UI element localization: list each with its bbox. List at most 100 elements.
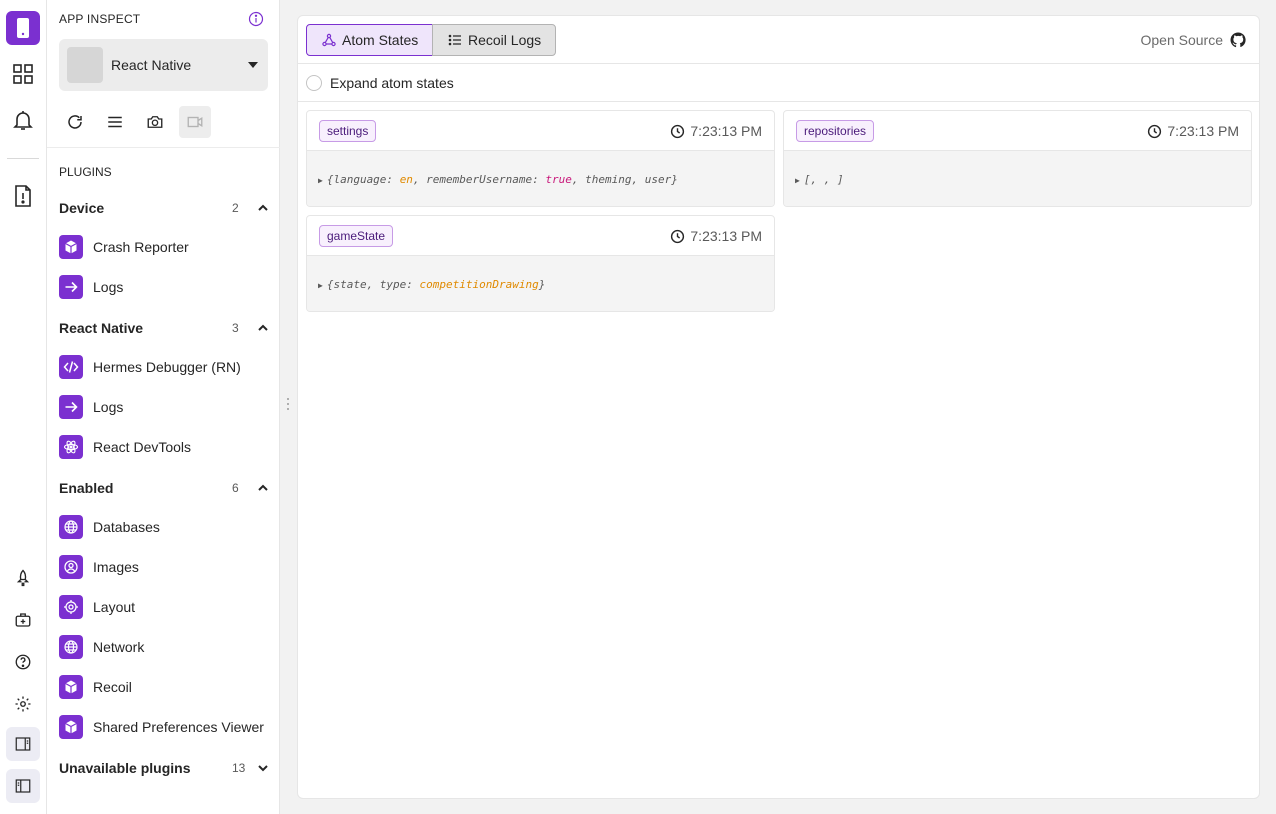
sidebar-resize-handle[interactable] — [287, 398, 290, 414]
group-title: Unavailable plugins — [59, 760, 191, 776]
clock-icon — [1148, 124, 1162, 138]
atom-value-panel: ▶ [, , ] — [784, 150, 1251, 206]
target-icon — [59, 595, 83, 619]
atom-time: 7:23:13 PM — [1167, 123, 1239, 139]
group-count: 3 — [232, 321, 239, 335]
package-icon — [59, 675, 83, 699]
group-count: 2 — [232, 201, 239, 215]
group-title: Device — [59, 200, 105, 216]
group-count: 13 — [232, 761, 246, 775]
package-icon — [59, 715, 83, 739]
rocket-button[interactable] — [6, 561, 40, 595]
user-circle-icon — [59, 555, 83, 579]
plugin-label: Crash Reporter — [93, 239, 189, 255]
notifications-button[interactable] — [6, 103, 40, 137]
screenshot-button[interactable] — [139, 106, 171, 138]
group-unavailable[interactable]: Unavailable plugins 13 — [59, 756, 268, 780]
atom-value-token: {state, type: — [326, 278, 420, 291]
atom-card-settings: settings 7:23:13 PM ▶ {language: en, reme… — [306, 110, 775, 207]
left-rail — [0, 0, 47, 814]
arrow-right-icon — [59, 395, 83, 419]
atom-time: 7:23:13 PM — [690, 123, 762, 139]
atom-value[interactable]: ▶ {language: en, rememberUsername: true, … — [318, 173, 678, 186]
atom-icon — [59, 435, 83, 459]
atom-name-tag: gameState — [319, 225, 394, 247]
menu-button[interactable] — [99, 106, 131, 138]
help-button[interactable] — [6, 645, 40, 679]
expand-atom-states-checkbox[interactable] — [306, 75, 322, 91]
plugin-images[interactable]: Images — [59, 554, 274, 582]
clock-icon — [671, 229, 685, 243]
app-inspect-button[interactable] — [6, 11, 40, 45]
atom-value-token: , rememberUsername: — [412, 173, 546, 186]
recoil-panel: Atom States Recoil Logs Open Source Expa… — [297, 15, 1260, 799]
plugin-manager-button[interactable] — [6, 57, 40, 91]
atom-name-tag: repositories — [796, 120, 875, 142]
chevron-up-icon — [258, 204, 268, 211]
group-title: Enabled — [59, 480, 114, 496]
chevron-up-icon — [258, 324, 268, 331]
grid-icon — [13, 64, 33, 84]
plugin-layout[interactable]: Layout — [59, 594, 274, 622]
menu-icon — [108, 116, 122, 128]
device-name: React Native — [111, 57, 192, 73]
atom-timestamp: 7:23:13 PM — [670, 123, 762, 139]
bell-icon — [13, 111, 33, 130]
atom-time: 7:23:13 PM — [690, 228, 762, 244]
plugin-network[interactable]: Network — [59, 634, 274, 662]
record-button[interactable] — [179, 106, 211, 138]
help-icon — [15, 654, 31, 670]
plugin-logs-rn[interactable]: Logs — [59, 394, 274, 422]
expand-triangle-icon[interactable]: ▶ — [318, 281, 323, 290]
video-icon — [187, 116, 203, 128]
open-source-label: Open Source — [1140, 32, 1224, 48]
toggle-right-panel-button[interactable] — [6, 727, 40, 761]
plugin-label: Databases — [93, 519, 160, 535]
plugin-shared-preferences[interactable]: Shared Preferences Viewer — [59, 714, 274, 742]
group-device[interactable]: Device 2 — [59, 196, 268, 220]
device-selector[interactable]: React Native — [59, 39, 268, 91]
plugin-databases[interactable]: Databases — [59, 514, 274, 542]
phone-icon — [17, 18, 29, 38]
open-source-link[interactable]: Open Source — [1141, 32, 1247, 48]
package-icon — [59, 235, 83, 259]
plugin-label: Layout — [93, 599, 136, 615]
atom-value-token: competitionDrawing — [419, 278, 539, 291]
atom-value[interactable]: ▶ [, , ] — [795, 173, 844, 186]
group-enabled[interactable]: Enabled 6 — [59, 476, 268, 500]
atom-value-token: {language: — [326, 173, 400, 186]
reload-button[interactable] — [59, 106, 91, 138]
setup-button[interactable] — [6, 603, 40, 637]
medkit-icon — [15, 613, 31, 627]
expand-atom-states-label: Expand atom states — [330, 75, 454, 91]
globe-icon — [59, 515, 83, 539]
group-react-native[interactable]: React Native 3 — [59, 316, 268, 340]
info-icon[interactable] — [248, 11, 264, 27]
panel-left-icon — [15, 779, 31, 793]
toggle-left-panel-button[interactable] — [6, 769, 40, 803]
options-divider — [298, 101, 1259, 102]
file-alert-icon — [15, 185, 31, 207]
github-icon — [1230, 32, 1246, 48]
plugin-crash-reporter[interactable]: Crash Reporter — [59, 234, 274, 262]
settings-button[interactable] — [6, 687, 40, 721]
atom-value[interactable]: ▶ {state, type: competitionDrawing} — [318, 278, 545, 291]
rocket-icon — [16, 569, 30, 587]
doctor-button[interactable] — [6, 179, 40, 213]
chevron-up-icon — [258, 484, 268, 491]
tab-atom-states[interactable]: Atom States — [306, 24, 433, 56]
plugin-logs-device[interactable]: Logs — [59, 274, 274, 302]
expand-triangle-icon[interactable]: ▶ — [318, 176, 323, 185]
plugin-hermes-debugger[interactable]: Hermes Debugger (RN) — [59, 354, 274, 382]
nodes-icon — [322, 33, 336, 47]
atom-card-gamestate: gameState 7:23:13 PM ▶ {state, type: comp… — [306, 215, 775, 312]
expand-triangle-icon[interactable]: ▶ — [795, 176, 800, 185]
clock-icon — [671, 124, 685, 138]
tab-label: Atom States — [342, 32, 419, 48]
tab-recoil-logs[interactable]: Recoil Logs — [432, 24, 556, 56]
plugin-label: React DevTools — [93, 439, 192, 455]
plugin-recoil[interactable]: Recoil — [59, 674, 274, 702]
plugin-react-devtools[interactable]: React DevTools — [59, 434, 274, 462]
plugin-label: Shared Preferences Viewer — [93, 719, 264, 735]
sidebar-divider — [47, 147, 280, 148]
